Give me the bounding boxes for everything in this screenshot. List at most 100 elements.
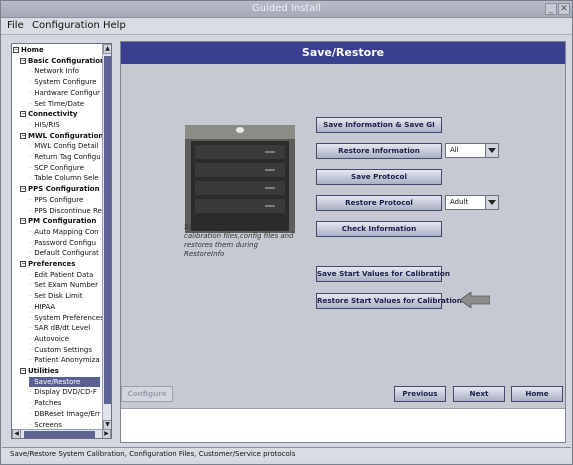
collapse-icon[interactable]: − (20, 111, 26, 118)
scroll-up-icon[interactable]: ▲ (103, 44, 111, 54)
collapse-icon[interactable]: − (20, 186, 26, 193)
minimize-button[interactable]: _ (545, 3, 557, 15)
save-information-button[interactable]: Save Information & Save GI (316, 117, 442, 133)
tree-item-label: Network Info (34, 67, 79, 76)
restore-information-select[interactable]: All (445, 143, 499, 158)
restore-information-button[interactable]: Restore Information (316, 143, 442, 159)
tree-item[interactable]: · Custom Settings (29, 345, 92, 356)
dropdown-arrow-icon[interactable] (485, 196, 498, 209)
restore-protocol-select[interactable]: Adult (445, 195, 499, 210)
tree-item[interactable]: · Set Exam Number (29, 280, 98, 291)
tree-horizontal-scrollbar[interactable]: ◀ ▶ (12, 429, 111, 438)
tree-item-label: Custom Settings (34, 345, 92, 354)
tree-item-label: PM Configuration (28, 217, 97, 226)
tree-item-label: Hardware Configur (34, 88, 101, 97)
tree-connector-icon: · (29, 281, 32, 290)
scroll-right-icon[interactable]: ▶ (102, 429, 111, 438)
tree-item[interactable]: · DBReset Image/Err (29, 409, 101, 420)
tree-connector-icon: · (29, 334, 32, 343)
tree-item[interactable]: − Utilities (20, 366, 59, 377)
image-caption: SaveInfo saves system calibration files,… (184, 223, 294, 258)
tree-item[interactable]: · PPS Configure (29, 195, 83, 206)
tree-connector-icon: · (29, 324, 32, 333)
page-title: Save/Restore (121, 42, 565, 64)
dropdown-arrow-icon[interactable] (485, 144, 498, 157)
navigation-tree: − Home − Basic Configuration · Network Info · S… (11, 43, 112, 439)
tree-item[interactable]: · SAR dB/dt Level (29, 323, 90, 334)
menu-file[interactable]: File (7, 20, 24, 31)
scroll-left-icon[interactable]: ◀ (12, 429, 21, 438)
tree-item[interactable]: · Auto Mapping Con (29, 227, 99, 238)
collapse-icon[interactable]: − (20, 57, 26, 64)
tree-item[interactable]: · Hardware Configur (29, 88, 100, 99)
tree-item[interactable]: · Default Configurat (29, 248, 99, 259)
close-button[interactable]: ✕ (558, 3, 570, 15)
tree-item[interactable]: − Home (13, 45, 44, 56)
tree-item[interactable]: · HIS/RIS (29, 120, 60, 131)
tree-item[interactable]: · MWL Config Detail (29, 141, 99, 152)
tree-item[interactable]: − Preferences (20, 259, 75, 270)
tree-item[interactable]: · Edit Patient Data (29, 270, 93, 281)
tree-connector-icon: · (29, 195, 32, 204)
previous-button[interactable]: Previous (394, 386, 446, 402)
check-information-button[interactable]: Check Information (316, 221, 442, 237)
tree-item-label: Default Configurat (34, 249, 99, 258)
menu-configuration[interactable]: Configuration (32, 20, 100, 31)
tree-item-label: Preferences (28, 260, 76, 268)
tree-item[interactable]: · Autovoice (29, 334, 69, 345)
tree-item[interactable]: − Connectivity (20, 109, 77, 120)
tree-connector-icon: · (29, 99, 32, 108)
restore-start-values-button[interactable]: Restore Start Values for Calibration (316, 293, 462, 309)
next-button[interactable]: Next (453, 386, 505, 402)
tree-item[interactable]: · Return Tag Configu (29, 152, 101, 163)
collapse-icon[interactable]: − (20, 132, 26, 139)
save-start-values-button[interactable]: Save Start Values for Calibration (316, 266, 450, 282)
tree-item[interactable]: · Patches (29, 398, 61, 409)
title-bar: Guided Install _ ✕ (1, 1, 572, 18)
tree-item[interactable]: · Save/Restore (29, 376, 101, 388)
menu-help[interactable]: Help (103, 20, 126, 31)
dvd-tower-image (185, 125, 295, 233)
hscroll-thumb[interactable] (24, 431, 95, 438)
main-panel: Save/Restore SaveInfo saves system calib… (120, 41, 566, 443)
tree-connector-icon: · (29, 120, 32, 129)
tree-item[interactable]: − MWL Configuration (20, 131, 103, 142)
tree-item[interactable]: · Display DVD/CD-F (29, 387, 97, 398)
restore-protocol-button[interactable]: Restore Protocol (316, 195, 442, 211)
tree-item[interactable]: · SCP Configure (29, 163, 84, 174)
tree-connector-icon: · (29, 67, 32, 76)
tree-item[interactable]: · HIPAA (29, 302, 55, 313)
tree-item[interactable]: − PM Configuration (20, 216, 96, 227)
tree-item-label: Auto Mapping Con (34, 227, 99, 236)
tree-connector-icon: · (29, 292, 32, 301)
tree-item-label: HIS/RIS (34, 120, 60, 129)
tree-item[interactable]: · Set Time/Date (29, 99, 84, 110)
collapse-icon[interactable]: − (20, 261, 26, 267)
tree-item[interactable]: − Basic Configuration (20, 56, 103, 67)
tree-connector-icon: · (29, 345, 32, 354)
tree-connector-icon: · (29, 270, 32, 279)
tree-vertical-scrollbar[interactable]: ▲ ▼ (102, 44, 111, 430)
scroll-thumb[interactable] (104, 56, 111, 404)
tree-item[interactable]: · Table Column Sele (29, 173, 99, 184)
collapse-icon[interactable]: − (20, 368, 26, 374)
tree-item[interactable]: · PPS Discontinue Re (29, 206, 102, 217)
tree-connector-icon: · (29, 78, 32, 87)
tree-item[interactable]: · Password Configu (29, 238, 96, 249)
home-button[interactable]: Home (511, 386, 563, 402)
collapse-icon[interactable]: − (20, 218, 26, 225)
tree-item[interactable]: · Network Info (29, 66, 79, 77)
tree-item[interactable]: − PPS Configuration (20, 184, 100, 195)
tree-item-label: Set Disk Limit (34, 292, 83, 301)
tree-item-label: HIPAA (34, 302, 56, 311)
tree-item[interactable]: · System Configure (29, 77, 97, 88)
collapse-icon[interactable]: − (13, 47, 19, 53)
tree-item[interactable]: · System Preferences (29, 313, 103, 324)
tree-item-label: PPS Configure (34, 195, 84, 204)
tree-connector-icon: · (29, 377, 32, 386)
tree-item[interactable]: · Set Disk Limit (29, 291, 83, 302)
tree-item[interactable]: · Patient Anonymiza (29, 355, 100, 366)
save-protocol-button[interactable]: Save Protocol (316, 169, 442, 185)
configure-button[interactable]: Configure (121, 386, 173, 402)
tree-content: − Home − Basic Configuration · Network Info · S… (12, 44, 103, 430)
